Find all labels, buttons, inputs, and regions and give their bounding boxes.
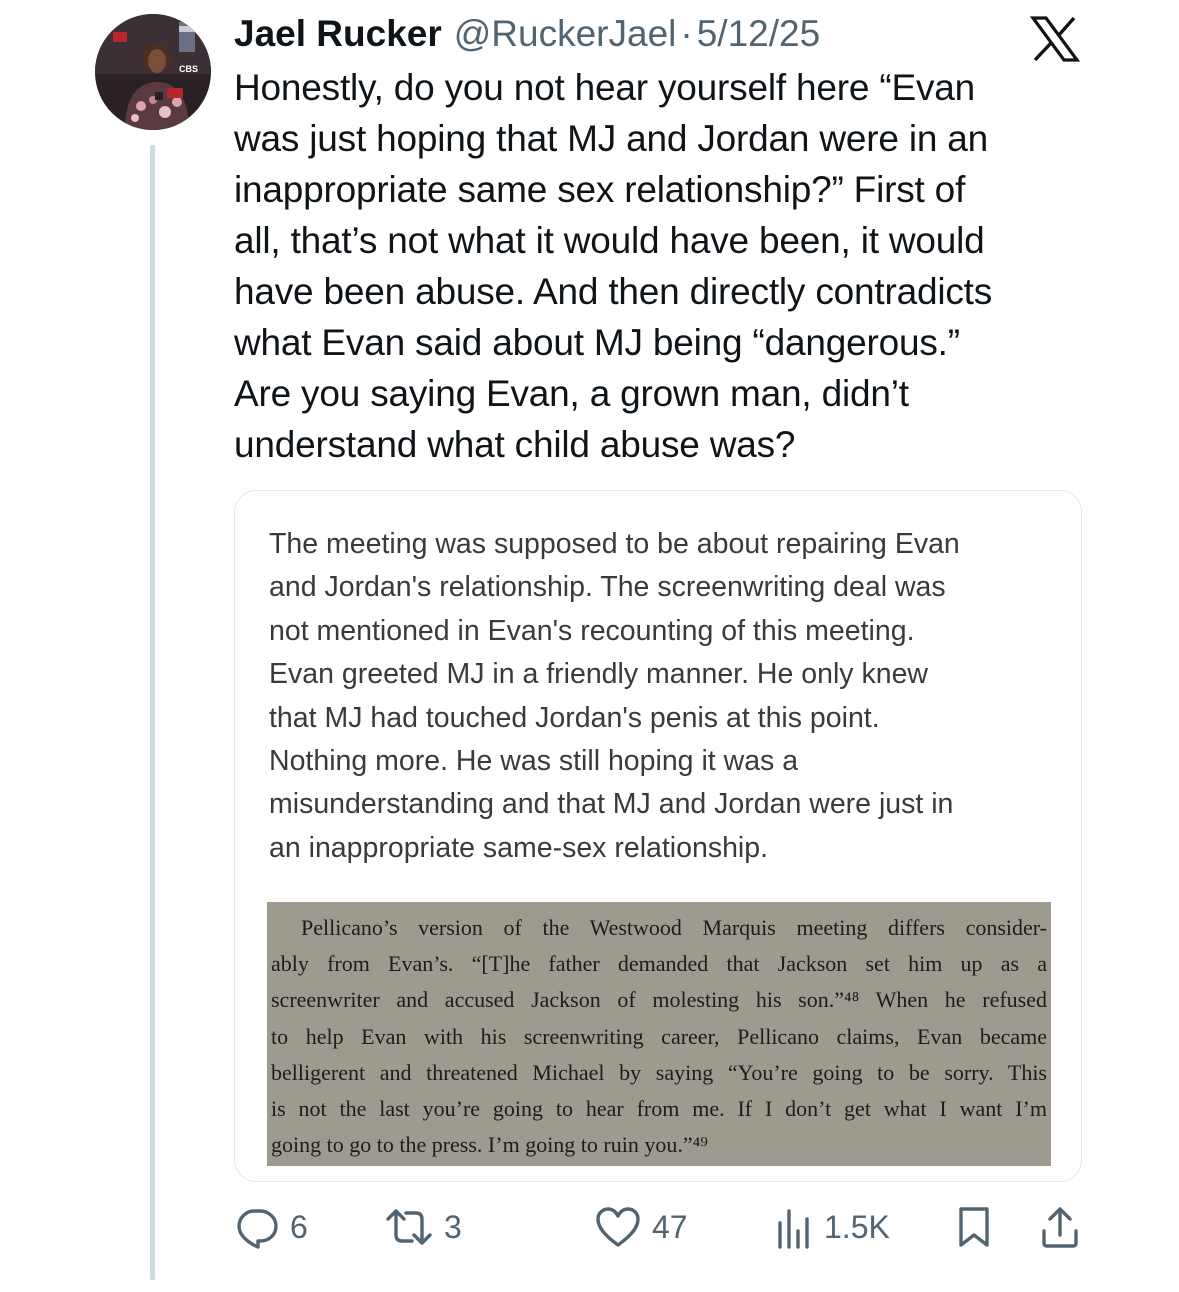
book-excerpt: Pellicano’s version of the Westwood Marq… (271, 910, 1047, 1163)
author-name[interactable]: Jael Rucker (234, 12, 442, 56)
avatar-photo: CBS (95, 14, 211, 130)
tweet-text-line: understand what child abuse was? (234, 424, 796, 465)
reply-count: 6 (290, 1208, 308, 1245)
like-button[interactable]: 47 (594, 1202, 688, 1252)
quoted-passage-line: Nothing more. He was still hoping it was… (269, 745, 799, 778)
tweet-text-line: was just hoping that MJ and Jordan were … (234, 118, 989, 159)
repost-icon (386, 1209, 432, 1245)
quoted-passage-line: The meeting was supposed to be about rep… (269, 528, 960, 560)
tweet-text-line: all, that’s not what it would have been,… (234, 220, 985, 261)
views-count: 1.5K (824, 1208, 890, 1245)
reply-icon (237, 1209, 278, 1249)
tweet-header: Jael Rucker @RuckerJael · 5/12/25 (234, 12, 820, 56)
book-excerpt-line: belligerent and threatened Michael by sa… (271, 1059, 1047, 1085)
x-logo-icon (1030, 16, 1080, 62)
book-excerpt-line: screenwriter and accused Jackson of mole… (271, 987, 1047, 1013)
book-excerpt-line: is not the last you’re going to hear fro… (271, 1096, 1047, 1122)
tweet-text-line: Honestly, do you not hear yourself here … (234, 67, 976, 108)
attached-image-card[interactable]: The meeting was supposed to be about rep… (234, 490, 1082, 1182)
heart-icon (596, 1207, 640, 1247)
views-button[interactable]: 1.5K (774, 1202, 890, 1252)
quoted-passage: The meeting was supposed to be about rep… (269, 523, 1059, 870)
tweet-text-line: have been abuse. And then directly contr… (234, 271, 993, 312)
like-count: 47 (652, 1208, 688, 1245)
reply-button[interactable]: 6 (234, 1202, 308, 1252)
book-excerpt-line: ably from Evan’s. “[T]he father demanded… (271, 951, 1047, 977)
views-icon (778, 1209, 809, 1249)
share-button[interactable] (1040, 1202, 1080, 1252)
tweet-text-line: what Evan said about MJ being “dangerous… (234, 322, 960, 363)
bookmark-icon (959, 1207, 989, 1247)
book-excerpt-line: going to go to the press. I’m going to r… (271, 1132, 708, 1158)
share-icon (1042, 1207, 1078, 1248)
tweet-text: Honestly, do you not hear yourself here … (234, 62, 1154, 470)
bookmark-button[interactable] (956, 1202, 992, 1252)
book-excerpt-line: Pellicano’s version of the Westwood Marq… (301, 915, 1047, 940)
repost-count: 3 (444, 1208, 462, 1245)
repost-button[interactable]: 3 (384, 1202, 462, 1252)
header-separator: · (680, 13, 693, 54)
tweet-actions-bar: 6 3 47 1.5K (234, 1202, 1084, 1252)
quoted-passage-line: and Jordan's relationship. The screenwri… (269, 571, 946, 604)
thread-connector-line (150, 145, 155, 1280)
quoted-passage-line: that MJ had touched Jordan's penis at th… (269, 701, 880, 734)
tweet-date[interactable]: 5/12/25 (697, 12, 820, 56)
quoted-passage-line: Evan greeted MJ in a friendly manner. He… (269, 658, 929, 691)
tweet-text-line: inappropriate same sex relationship?” Fi… (234, 169, 966, 210)
author-handle[interactable]: @RuckerJael (454, 12, 677, 56)
quoted-passage-line: an inappropriate same-sex relationship. (269, 831, 769, 864)
book-excerpt-line: to help Evan with his screenwriting care… (271, 1023, 1047, 1049)
avatar-badge-text: CBS (179, 64, 198, 74)
tweet-text-line: Are you saying Evan, a grown man, didn’t (234, 373, 909, 414)
quoted-passage-line: not mentioned in Evan's recounting of th… (269, 614, 915, 647)
quoted-passage-line: misunderstanding and that MJ and Jordan … (269, 788, 954, 821)
author-avatar[interactable]: CBS (95, 14, 211, 130)
book-page-scan: Pellicano’s version of the Westwood Marq… (267, 902, 1051, 1166)
